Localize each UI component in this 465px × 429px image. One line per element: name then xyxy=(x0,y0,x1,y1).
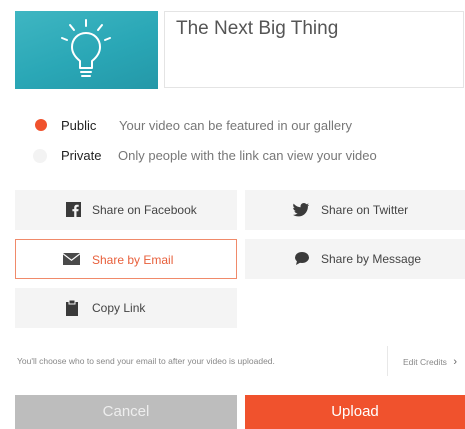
share-message-button[interactable]: Share by Message xyxy=(245,239,465,279)
share-email-label: Share by Email xyxy=(92,253,174,267)
copy-link-label: Copy Link xyxy=(92,301,146,315)
title-text: The Next Big Thing xyxy=(176,18,339,39)
private-label: Private xyxy=(61,148,102,163)
share-facebook-label: Share on Facebook xyxy=(92,203,197,217)
clipboard-icon xyxy=(66,300,78,316)
share-message-label: Share by Message xyxy=(321,252,422,266)
email-upload-note: You'll choose who to send your email to … xyxy=(17,356,275,366)
chat-bubble-icon xyxy=(295,252,309,265)
copy-link-button[interactable]: Copy Link xyxy=(15,288,237,328)
cancel-button[interactable]: Cancel xyxy=(15,395,237,429)
private-description: Only people with the link can view your … xyxy=(118,148,377,163)
twitter-icon xyxy=(293,203,309,217)
public-description: Your video can be featured in our galler… xyxy=(119,118,352,133)
private-radio[interactable] xyxy=(33,149,47,163)
share-twitter-label: Share on Twitter xyxy=(321,203,409,217)
edit-credits-link[interactable]: Edit Credits › xyxy=(403,356,457,368)
envelope-icon xyxy=(63,253,80,265)
share-email-button[interactable]: Share by Email xyxy=(15,239,237,279)
share-facebook-button[interactable]: Share on Facebook xyxy=(15,190,237,230)
visibility-option-private[interactable]: Private Only people with the link can vi… xyxy=(0,144,465,168)
public-label: Public xyxy=(61,118,97,133)
lightbulb-icon xyxy=(61,19,111,77)
chevron-right-icon: › xyxy=(453,356,457,368)
edit-credits-label: Edit Credits xyxy=(403,357,447,367)
public-radio[interactable] xyxy=(35,119,47,131)
facebook-icon xyxy=(66,202,81,217)
title-field[interactable]: The Next Big Thing xyxy=(164,11,464,88)
upload-button[interactable]: Upload xyxy=(245,395,465,429)
footer-divider xyxy=(387,346,388,376)
project-thumbnail[interactable] xyxy=(15,11,158,89)
share-twitter-button[interactable]: Share on Twitter xyxy=(245,190,465,230)
visibility-option-public[interactable]: Public Your video can be featured in our… xyxy=(0,114,465,138)
